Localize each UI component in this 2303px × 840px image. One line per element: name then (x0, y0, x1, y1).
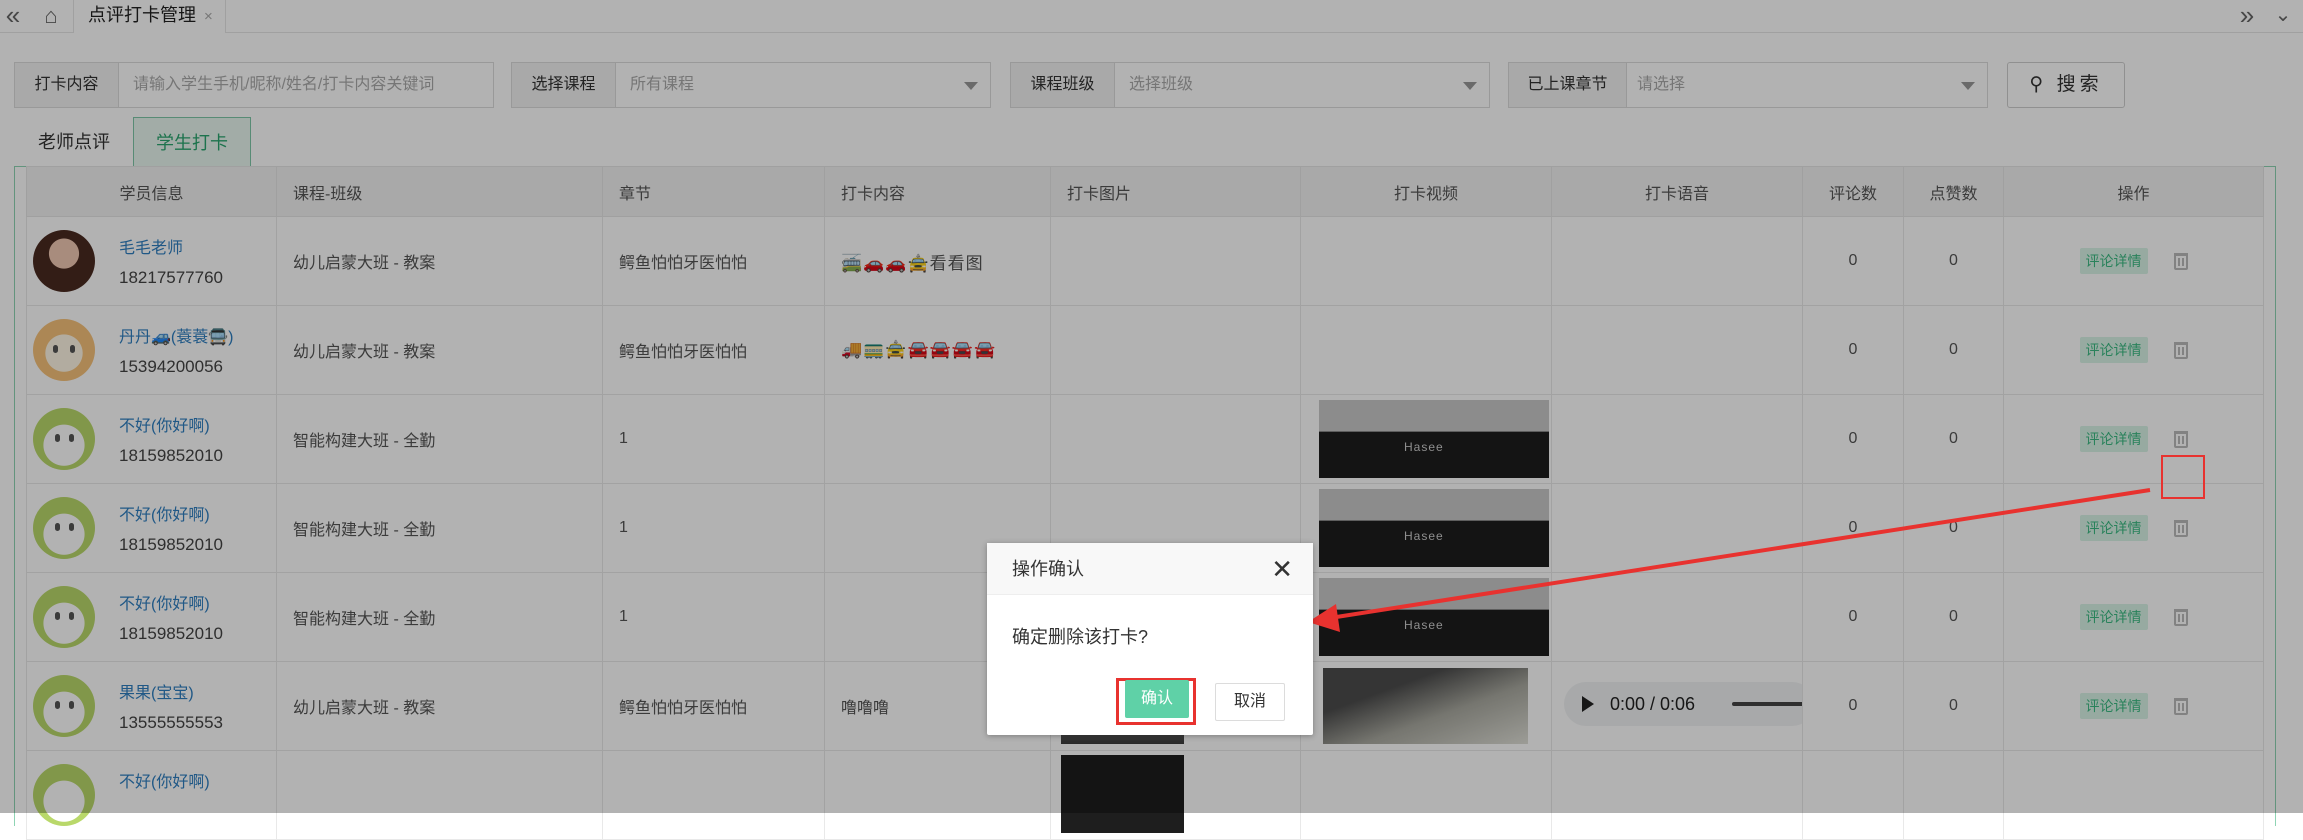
cancel-button[interactable]: 取消 (1215, 683, 1285, 721)
confirm-button[interactable]: 确认 (1125, 680, 1189, 718)
arrow-line (1329, 488, 2151, 620)
confirm-dialog: 操作确认 ✕ 确定删除该打卡? 确认 取消 (987, 543, 1313, 735)
dialog-title: 操作确认 (1012, 559, 1084, 579)
dialog-message: 确定删除该打卡? (1012, 627, 1149, 647)
dialog-header: 操作确认 ✕ (987, 543, 1313, 595)
close-icon[interactable]: ✕ (1271, 555, 1293, 583)
